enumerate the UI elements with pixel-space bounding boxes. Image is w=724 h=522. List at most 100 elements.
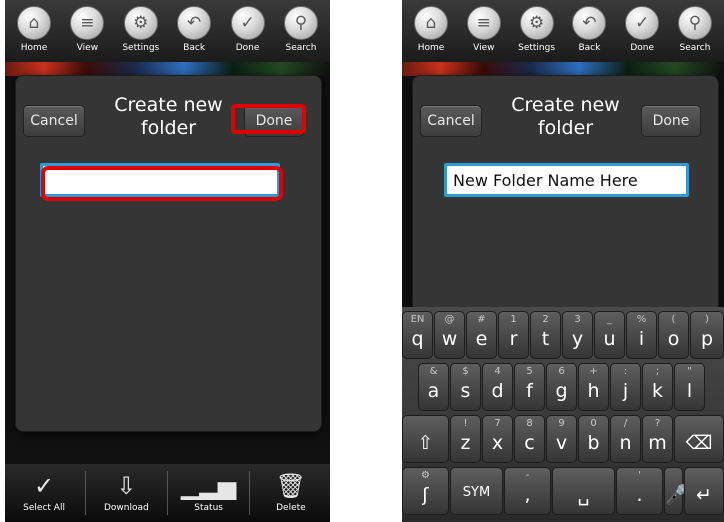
list-icon: ≡ [466, 6, 501, 40]
key-backspace[interactable]: ⌫ [674, 415, 724, 463]
key-label: c [524, 432, 535, 454]
key-label: 🎤 [665, 484, 689, 506]
key-secondary-label: 1 [510, 314, 517, 325]
delete-button[interactable]: 🗑 Delete [253, 473, 328, 513]
key-c[interactable]: 8c [514, 415, 545, 463]
download-button[interactable]: ⇩ Download [89, 473, 164, 513]
key-label: z [460, 432, 471, 454]
key-g[interactable]: 6g [546, 363, 577, 411]
toolbar-back-button[interactable]: ↶ Back [563, 0, 615, 62]
key-h[interactable]: + h [578, 363, 609, 411]
key-label: h [587, 380, 600, 402]
key-secondary-label: 7 [494, 418, 501, 429]
cancel-button[interactable]: Cancel [23, 105, 85, 137]
dialog-header: Cancel Create new folder Done [16, 76, 321, 152]
key-label: m [648, 432, 667, 454]
toolbar-search-button[interactable]: ⚲ Search [275, 0, 327, 62]
key-n[interactable]: / n [610, 415, 641, 463]
list-icon: ≡ [70, 6, 105, 40]
bar-chart-icon: ▁▂▅ [180, 472, 237, 500]
key-secondary-label: EN [410, 314, 425, 325]
toolbar-view-button[interactable]: ≡ View [458, 0, 510, 62]
key-y[interactable]: 3y [562, 311, 593, 359]
key-secondary-label: $ [462, 366, 469, 377]
toolbar-done-button[interactable]: ✓ Done [616, 0, 668, 62]
key-label: f [526, 380, 533, 402]
key-u[interactable]: _ u [594, 311, 625, 359]
toolbar-settings-button[interactable]: ⚙ Settings [511, 0, 563, 62]
done-button[interactable]: Done [641, 105, 701, 137]
key-space[interactable]: ␣ [552, 467, 615, 515]
back-arrow-icon: ↶ [572, 6, 607, 40]
toolbar-settings-button[interactable]: ⚙ Settings [115, 0, 167, 62]
key-t[interactable]: 2t [530, 311, 561, 359]
key-a[interactable]: & a [418, 363, 449, 411]
key-i[interactable]: % i [626, 311, 657, 359]
key-v[interactable]: 9v [546, 415, 577, 463]
toolbar-label: Settings [122, 43, 160, 53]
key-label: j [622, 380, 629, 402]
create-folder-dialog: Cancel Create new folder Done [413, 76, 718, 312]
key-o[interactable]: (o [658, 311, 689, 359]
key-secondary-label: 6 [558, 366, 565, 377]
key-w[interactable]: @ w [434, 311, 465, 359]
home-icon: ⌂ [414, 6, 448, 40]
key-d[interactable]: 4d [482, 363, 513, 411]
cancel-button[interactable]: Cancel [420, 105, 482, 137]
key-label: ↵ [696, 484, 712, 506]
key-j[interactable]: :j [610, 363, 641, 411]
key-symbols[interactable]: SYM [450, 467, 503, 515]
key-secondary-label: - [525, 470, 530, 481]
key-label: k [651, 380, 663, 402]
key-comma[interactable]: -, [504, 467, 551, 515]
key-x[interactable]: 7x [482, 415, 513, 463]
search-icon: ⚲ [283, 6, 318, 40]
key-label: o [667, 328, 680, 350]
key-secondary-label: % [636, 314, 647, 325]
select-all-button[interactable]: ✓ Select All [7, 473, 82, 513]
toolbar-home-button[interactable]: ⌂ Home [8, 0, 60, 62]
gear-icon: ⚙ [519, 6, 554, 40]
key-secondary-label: 2 [542, 314, 549, 325]
top-toolbar: ⌂ Home ≡ View ⚙ Settings ↶ Back ✓ Done ⚲ Search [5, 0, 330, 62]
key-label: a [427, 380, 440, 402]
key-z[interactable]: ! z [450, 415, 481, 463]
key-microphone[interactable]: 🎤 [664, 467, 689, 515]
folder-name-input[interactable] [444, 163, 689, 197]
status-button[interactable]: ▁▂▅ Status [171, 473, 246, 513]
key-l[interactable]: " l [674, 363, 705, 411]
key-secondary-label: ⚙ [421, 470, 430, 481]
toolbar-home-button[interactable]: ⌂ Home [405, 0, 457, 62]
toolbar-view-button[interactable]: ≡ View [61, 0, 113, 62]
key-f[interactable]: 5f [514, 363, 545, 411]
key-r[interactable]: 1r [498, 311, 529, 359]
key-secondary-label: ; [655, 366, 660, 377]
key-secondary-label: ' [638, 470, 641, 481]
key-s[interactable]: $ s [450, 363, 481, 411]
bottom-toolbar-label: Delete [276, 503, 306, 513]
key-label: s [460, 380, 471, 402]
checkmark-icon: ✓ [230, 6, 265, 40]
toolbar-search-button[interactable]: ⚲ Search [669, 0, 721, 62]
key-b[interactable]: 0b [578, 415, 609, 463]
toolbar-done-button[interactable]: ✓ Done [222, 0, 274, 62]
key-period[interactable]: '. [616, 467, 663, 515]
key-m[interactable]: ? m [642, 415, 673, 463]
key-e[interactable]: # e [466, 311, 497, 359]
key-secondary-label: 8 [526, 418, 533, 429]
key-p[interactable]: ) p [690, 311, 724, 359]
key-secondary-label: + [589, 366, 598, 377]
folder-name-input[interactable] [40, 163, 280, 197]
key-label: q [411, 328, 424, 350]
key-label: r [509, 328, 518, 350]
key-shift[interactable]: ⇧ [402, 415, 449, 463]
done-button[interactable]: Done [244, 105, 304, 137]
key-q[interactable]: EN q [402, 311, 433, 359]
key-label: ⇧ [417, 432, 434, 454]
key-label: l [686, 380, 693, 402]
key-swype[interactable]: ⚙ ʃ [402, 467, 449, 515]
key-k[interactable]: ; k [642, 363, 673, 411]
top-toolbar: ⌂ Home ≡ View ⚙ Settings ↶ Back ✓ Done ⚲ Search [402, 0, 724, 62]
key-enter[interactable]: ↵ [684, 467, 724, 515]
toolbar-back-button[interactable]: ↶ Back [168, 0, 220, 62]
